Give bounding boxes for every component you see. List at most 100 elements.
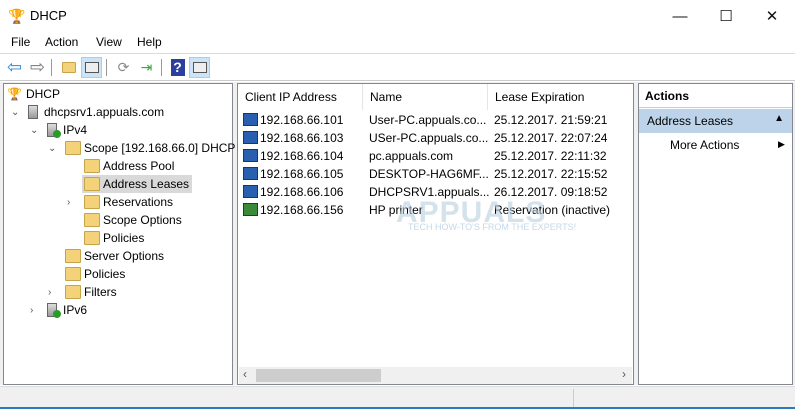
lease-row[interactable]: 192.168.66.105 DESKTOP-HAG6MF... 25.12.201… bbox=[238, 165, 633, 183]
folder-up-icon bbox=[61, 62, 76, 73]
chevron-down-icon[interactable]: ⌄ bbox=[48, 143, 56, 154]
submenu-arrow-icon: ▶ bbox=[778, 139, 785, 149]
client-ip-cell: 192.168.66.106 bbox=[260, 185, 344, 199]
client-ip-cell: 192.168.66.104 bbox=[260, 149, 344, 163]
horizontal-scrollbar[interactable]: ‹ › bbox=[239, 367, 632, 384]
tree-label: IPv6 bbox=[63, 303, 88, 317]
actions-header: Actions bbox=[639, 84, 792, 108]
tree-item-server[interactable]: ⌄ dhcpsrv1.appuals.com bbox=[11, 103, 164, 121]
dhcp-icon: 🏆 bbox=[7, 87, 22, 101]
scrollbar-thumb[interactable] bbox=[256, 369, 381, 382]
section-label: Address Leases bbox=[647, 114, 734, 128]
menu-view[interactable]: View bbox=[96, 35, 122, 49]
status-divider bbox=[573, 389, 574, 409]
tree-item-server-options[interactable]: Server Options bbox=[65, 247, 164, 265]
actions-section-address-leases[interactable]: Address Leases ▲ bbox=[639, 109, 792, 133]
more-actions-item[interactable]: More Actions ▶ bbox=[670, 138, 790, 152]
chevron-right-icon[interactable]: › bbox=[30, 305, 33, 316]
client-ip-cell: 192.168.66.156 bbox=[260, 203, 344, 217]
console-tree: 🏆 DHCP ⌄ dhcpsrv1.appuals.com ⌄ IPv4 ⌄ Scope… bbox=[3, 83, 236, 385]
tree-label: Reservations bbox=[103, 195, 174, 209]
tree-label: Scope Options bbox=[103, 213, 182, 227]
refresh-button[interactable]: ⟳ bbox=[113, 57, 134, 78]
help-button[interactable]: ? bbox=[167, 57, 188, 78]
show-hide-action-pane-button[interactable] bbox=[189, 57, 210, 78]
filter-icon bbox=[65, 285, 81, 299]
scope-options-icon bbox=[84, 213, 100, 227]
tree-item-address-leases[interactable]: Address Leases bbox=[82, 175, 193, 193]
more-actions-label: More Actions bbox=[670, 138, 740, 152]
tree-item-filters[interactable]: › Filters bbox=[48, 283, 117, 301]
tree-item-reservations[interactable]: › Reservations bbox=[67, 193, 174, 211]
toolbar-separator bbox=[106, 59, 107, 76]
name-cell: User-PC.appuals.co... bbox=[369, 113, 487, 127]
tree-label: IPv4 bbox=[63, 123, 88, 137]
tree-item-ipv6[interactable]: › IPv6 bbox=[30, 301, 88, 319]
tree-item-scope-policies[interactable]: Policies bbox=[84, 229, 144, 247]
lease-computer-icon bbox=[243, 185, 258, 198]
lease-computer-icon bbox=[243, 113, 258, 126]
tree-item-scope[interactable]: ⌄ Scope [192.168.66.0] DHCP bbox=[48, 139, 236, 157]
column-header-lease-expiration[interactable]: Lease Expiration bbox=[488, 84, 633, 110]
help-icon: ? bbox=[170, 59, 185, 76]
lease-row[interactable]: 192.168.66.103 USer-PC.appuals.co... 25.12… bbox=[238, 129, 633, 147]
tree-item-scope-options[interactable]: Scope Options bbox=[84, 211, 182, 229]
back-button[interactable]: ⇦ bbox=[4, 57, 25, 78]
column-header-client-ip[interactable]: Client IP Address bbox=[238, 84, 363, 110]
lease-computer-icon bbox=[243, 149, 258, 162]
chevron-right-icon[interactable]: › bbox=[67, 197, 70, 208]
menu-file[interactable]: File bbox=[11, 35, 30, 49]
show-hide-console-tree-button[interactable] bbox=[81, 57, 102, 78]
tree-label: Filters bbox=[84, 285, 117, 299]
lease-expiration-cell: 25.12.2017. 22:11:32 bbox=[494, 149, 607, 163]
action-pane-icon bbox=[192, 62, 207, 73]
minimize-button[interactable]: — bbox=[657, 0, 703, 32]
collapse-up-icon[interactable]: ▲ bbox=[774, 113, 784, 124]
tree-item-policies[interactable]: Policies bbox=[65, 265, 125, 283]
window-title: DHCP bbox=[30, 8, 67, 23]
lease-row[interactable]: 192.168.66.104 pc.appuals.com 25.12.2017. … bbox=[238, 147, 633, 165]
client-ip-cell: 192.168.66.101 bbox=[260, 113, 344, 127]
chevron-down-icon[interactable]: ⌄ bbox=[30, 125, 38, 136]
appuals-watermark-tagline: TECH HOW-TO'S FROM THE EXPERTS! bbox=[408, 222, 577, 232]
menu-help[interactable]: Help bbox=[137, 35, 162, 49]
menu-action[interactable]: Action bbox=[45, 35, 78, 49]
client-ip-cell: 192.168.66.105 bbox=[260, 167, 344, 181]
console-tree-icon bbox=[84, 62, 99, 73]
server-options-icon bbox=[65, 249, 81, 263]
tree-item-dhcp[interactable]: 🏆 DHCP bbox=[7, 85, 60, 103]
server-icon bbox=[28, 105, 38, 119]
toolbar-separator bbox=[51, 59, 52, 76]
chevron-down-icon[interactable]: ⌄ bbox=[11, 107, 19, 118]
status-bar bbox=[0, 386, 795, 409]
policies-icon bbox=[84, 231, 100, 245]
refresh-icon: ⟳ bbox=[117, 59, 130, 75]
lease-row[interactable]: 192.168.66.101 User-PC.appuals.co... 25.12… bbox=[238, 111, 633, 129]
toolbar: ⇦ ⇨ ⟳ ⇥ ? bbox=[0, 53, 795, 81]
scroll-right-arrow-icon[interactable]: › bbox=[622, 367, 626, 381]
tree-label: DHCP bbox=[25, 87, 60, 101]
reservation-icon bbox=[243, 203, 258, 216]
scroll-left-arrow-icon[interactable]: ‹ bbox=[243, 367, 247, 381]
export-list-button[interactable]: ⇥ bbox=[136, 57, 157, 78]
menu-bar: File Action View Help bbox=[0, 32, 795, 52]
lease-expiration-cell: 25.12.2017. 21:59:21 bbox=[494, 113, 608, 127]
address-leases-icon bbox=[84, 177, 100, 191]
up-one-level-button[interactable] bbox=[58, 57, 79, 78]
name-cell: USer-PC.appuals.co... bbox=[369, 131, 489, 145]
address-pool-icon bbox=[84, 159, 100, 173]
maximize-button[interactable]: ☐ bbox=[703, 0, 749, 32]
tree-item-ipv4[interactable]: ⌄ IPv4 bbox=[30, 121, 88, 139]
close-button[interactable]: ✕ bbox=[749, 0, 795, 32]
tree-label: Scope [192.168.66.0] DHCP bbox=[84, 141, 236, 155]
tree-label: Address Leases bbox=[103, 177, 190, 191]
policies-icon bbox=[65, 267, 81, 281]
export-icon: ⇥ bbox=[140, 59, 153, 75]
column-header-name[interactable]: Name bbox=[363, 84, 488, 110]
tree-label: Server Options bbox=[84, 249, 165, 263]
tree-label: Address Pool bbox=[103, 159, 175, 173]
ipv4-server-icon bbox=[47, 123, 61, 138]
chevron-right-icon[interactable]: › bbox=[48, 287, 51, 298]
forward-button[interactable]: ⇨ bbox=[27, 57, 48, 78]
tree-item-address-pool[interactable]: Address Pool bbox=[84, 157, 174, 175]
